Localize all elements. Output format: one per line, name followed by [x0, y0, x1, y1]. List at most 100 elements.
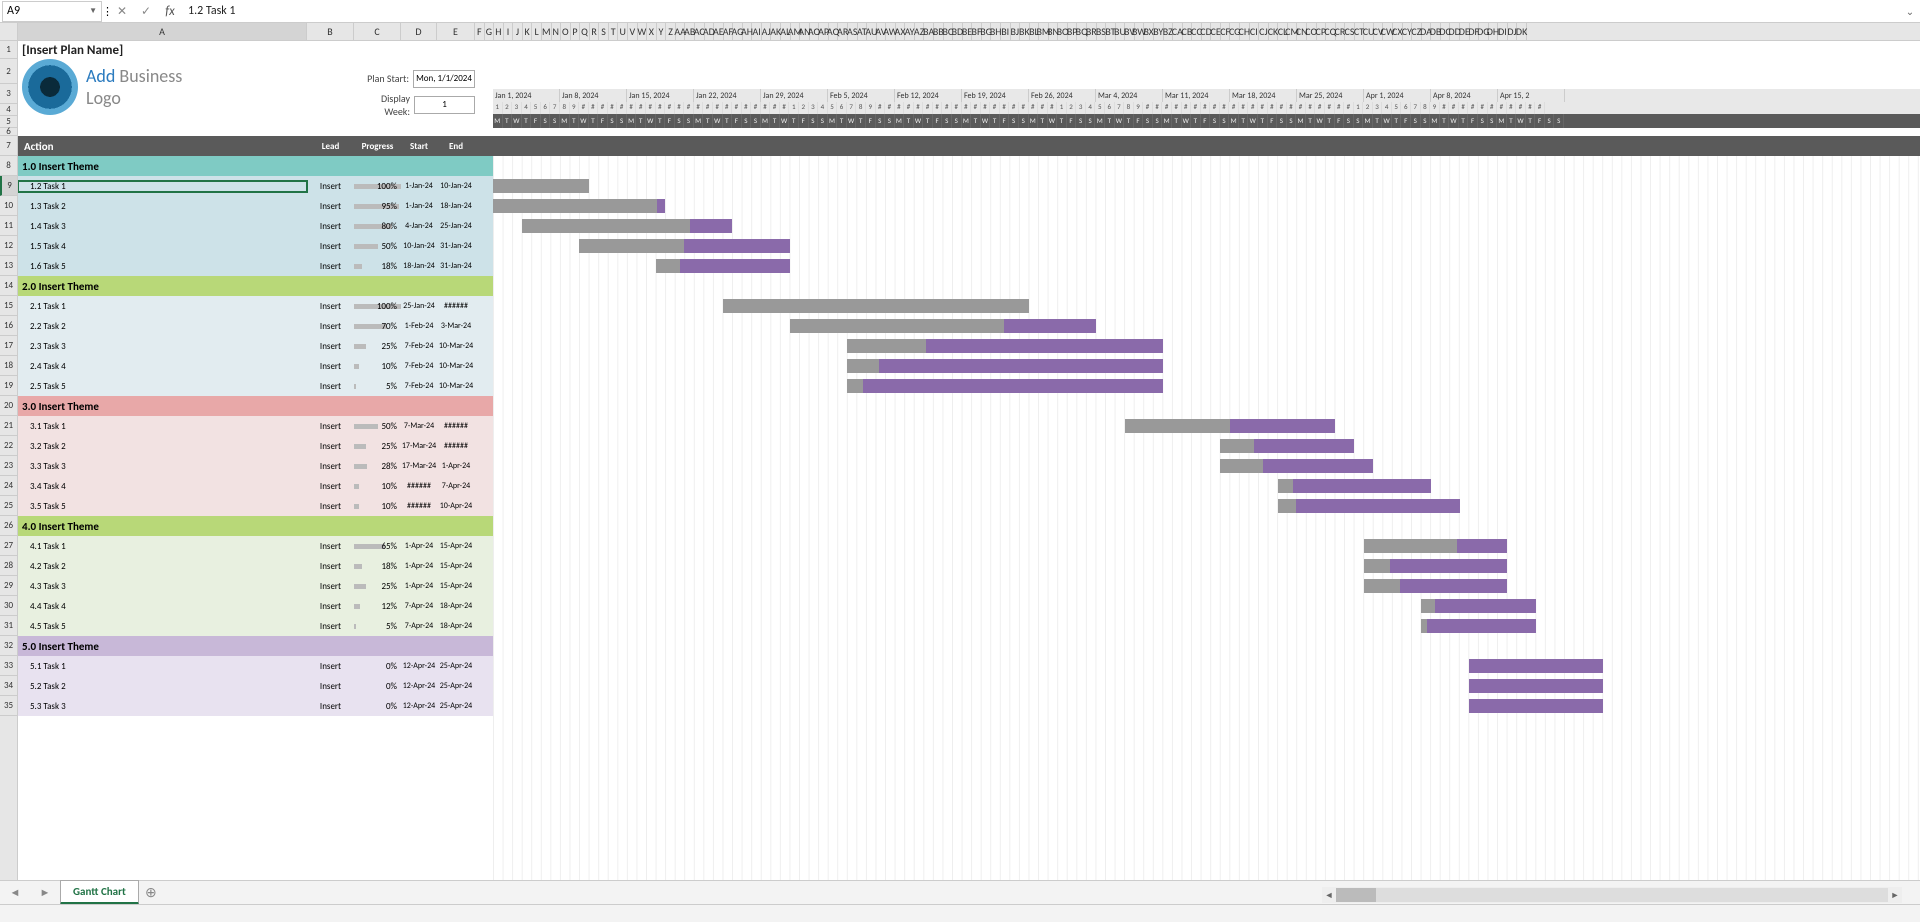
- task-end[interactable]: ######: [437, 301, 475, 311]
- task-lead[interactable]: Insert: [307, 681, 354, 692]
- task-end[interactable]: 10-Mar-24: [437, 341, 475, 351]
- task-end[interactable]: ######: [437, 441, 475, 451]
- cancel-icon[interactable]: ✕: [110, 4, 134, 19]
- task-start[interactable]: 4-Jan-24: [401, 221, 437, 231]
- task-progress[interactable]: 0%: [354, 701, 401, 712]
- row-14[interactable]: 14: [0, 276, 17, 296]
- task-name[interactable]: 1.2 Task 1: [18, 181, 307, 192]
- task-progress[interactable]: 0%: [354, 661, 401, 672]
- task-row[interactable]: 3.3 Task 3Insert28%17-Mar-241-Apr-24: [18, 456, 1920, 476]
- row-23[interactable]: 23: [0, 456, 17, 476]
- row-35[interactable]: 35: [0, 696, 17, 716]
- task-end[interactable]: 18-Apr-24: [437, 601, 475, 611]
- task-progress[interactable]: 5%: [354, 381, 401, 392]
- task-progress[interactable]: 25%: [354, 581, 401, 592]
- task-start[interactable]: 1-Jan-24: [401, 181, 437, 191]
- task-start[interactable]: 1-Apr-24: [401, 581, 437, 591]
- task-end[interactable]: 10-Apr-24: [437, 501, 475, 511]
- task-lead[interactable]: Insert: [307, 341, 354, 352]
- task-name[interactable]: 4.1 Task 1: [18, 541, 307, 552]
- row-10[interactable]: 10: [0, 196, 17, 216]
- task-start[interactable]: 1-Apr-24: [401, 541, 437, 551]
- task-name[interactable]: 5.3 Task 3: [18, 701, 307, 712]
- row-26[interactable]: 26: [0, 516, 17, 536]
- task-name[interactable]: 3.4 Task 4: [18, 481, 307, 492]
- theme-row[interactable]: 1.0 Insert Theme: [18, 156, 493, 176]
- task-lead[interactable]: Insert: [307, 701, 354, 712]
- task-progress[interactable]: 80%: [354, 221, 401, 232]
- task-end[interactable]: 10-Jan-24: [437, 181, 475, 191]
- row-27[interactable]: 27: [0, 536, 17, 556]
- row-32[interactable]: 32: [0, 636, 17, 656]
- tab-add-icon[interactable]: ⊕: [139, 884, 163, 901]
- tab-gantt-chart[interactable]: Gantt Chart: [60, 880, 139, 905]
- task-name[interactable]: 1.4 Task 3: [18, 221, 307, 232]
- col-A[interactable]: A: [18, 23, 307, 40]
- task-lead[interactable]: Insert: [307, 441, 354, 452]
- task-end[interactable]: 18-Apr-24: [437, 621, 475, 631]
- row-33[interactable]: 33: [0, 656, 17, 676]
- task-progress[interactable]: 18%: [354, 261, 401, 272]
- task-row[interactable]: 2.1 Task 1Insert100%25-Jan-24######: [18, 296, 1920, 316]
- task-progress[interactable]: 50%: [354, 241, 401, 252]
- task-row[interactable]: 2.3 Task 3Insert25%7-Feb-2410-Mar-24: [18, 336, 1920, 356]
- task-end[interactable]: 25-Apr-24: [437, 681, 475, 691]
- task-progress[interactable]: 0%: [354, 681, 401, 692]
- task-lead[interactable]: Insert: [307, 561, 354, 572]
- task-name[interactable]: 4.2 Task 2: [18, 561, 307, 572]
- row-15[interactable]: 15: [0, 296, 17, 316]
- row-16[interactable]: 16: [0, 316, 17, 336]
- task-row[interactable]: 3.2 Task 2Insert25%17-Mar-24######: [18, 436, 1920, 456]
- task-end[interactable]: 15-Apr-24: [437, 561, 475, 571]
- row-31[interactable]: 31: [0, 616, 17, 636]
- task-name[interactable]: 2.2 Task 2: [18, 321, 307, 332]
- task-end[interactable]: 25-Jan-24: [437, 221, 475, 231]
- row-22[interactable]: 22: [0, 436, 17, 456]
- task-lead[interactable]: Insert: [307, 301, 354, 312]
- task-name[interactable]: 5.2 Task 2: [18, 681, 307, 692]
- col-B[interactable]: B: [307, 23, 354, 40]
- task-end[interactable]: 1-Apr-24: [437, 461, 475, 471]
- row-28[interactable]: 28: [0, 556, 17, 576]
- row-2[interactable]: 2: [0, 59, 17, 84]
- task-start[interactable]: 7-Apr-24: [401, 621, 437, 631]
- task-progress[interactable]: 95%: [354, 201, 401, 212]
- task-progress[interactable]: 25%: [354, 341, 401, 352]
- col-CH[interactable]: CH: [1240, 23, 1250, 40]
- task-lead[interactable]: Insert: [307, 221, 354, 232]
- col-U[interactable]: U: [618, 23, 628, 40]
- scroll-left-icon[interactable]: ◄: [1322, 890, 1336, 901]
- task-name[interactable]: 1.5 Task 4: [18, 241, 307, 252]
- task-lead[interactable]: Insert: [307, 241, 354, 252]
- row-12[interactable]: 12: [0, 236, 17, 256]
- col-J[interactable]: J: [513, 23, 523, 40]
- task-start[interactable]: 7-Feb-24: [401, 381, 437, 391]
- accept-icon[interactable]: ✓: [134, 4, 158, 19]
- col-R[interactable]: R: [590, 23, 600, 40]
- row-1[interactable]: 1: [0, 41, 17, 59]
- task-lead[interactable]: Insert: [307, 201, 354, 212]
- task-start[interactable]: 18-Jan-24: [401, 261, 437, 271]
- col-S[interactable]: S: [599, 23, 609, 40]
- row-11[interactable]: 11: [0, 216, 17, 236]
- name-box[interactable]: A9 ▼: [2, 1, 102, 22]
- row-24[interactable]: 24: [0, 476, 17, 496]
- col-K[interactable]: K: [523, 23, 533, 40]
- col-N[interactable]: N: [552, 23, 562, 40]
- task-start[interactable]: ######: [401, 481, 437, 491]
- task-lead[interactable]: Insert: [307, 601, 354, 612]
- row-30[interactable]: 30: [0, 596, 17, 616]
- tab-prev-icon[interactable]: ◄: [10, 886, 21, 899]
- col-C[interactable]: C: [354, 23, 401, 40]
- task-end[interactable]: 31-Jan-24: [437, 261, 475, 271]
- task-progress[interactable]: 18%: [354, 561, 401, 572]
- task-end[interactable]: 15-Apr-24: [437, 581, 475, 591]
- col-O[interactable]: O: [561, 23, 571, 40]
- task-start[interactable]: 17-Mar-24: [401, 441, 437, 451]
- task-start[interactable]: 7-Feb-24: [401, 361, 437, 371]
- task-name[interactable]: 2.3 Task 3: [18, 341, 307, 352]
- task-progress[interactable]: 10%: [354, 501, 401, 512]
- task-name[interactable]: 3.3 Task 3: [18, 461, 307, 472]
- task-lead[interactable]: Insert: [307, 501, 354, 512]
- task-name[interactable]: 3.2 Task 2: [18, 441, 307, 452]
